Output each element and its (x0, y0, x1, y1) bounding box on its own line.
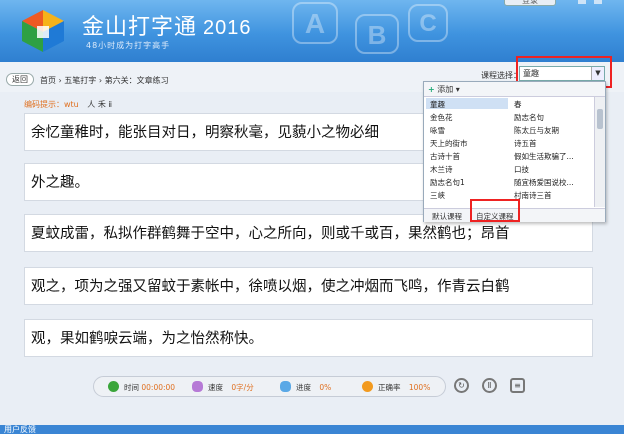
tab-default-courses[interactable]: 默认课程 (432, 211, 462, 222)
course-item[interactable]: 古诗十首 (430, 151, 460, 162)
plus-icon: + (428, 85, 435, 94)
progress-icon (280, 381, 291, 392)
course-item[interactable]: 天上的街市 (430, 138, 468, 149)
breadcrumb: 首页 › 五笔打字 › 第六关：文章练习 (40, 76, 169, 85)
course-item[interactable]: 陈太丘与友期 (514, 125, 559, 136)
dropdown-scrollbar[interactable] (594, 97, 605, 207)
app-header: 金山打字通 2016 48小时成为打字高手 A B C 登录 (0, 0, 624, 62)
speed-icon (192, 381, 203, 392)
login-button[interactable]: 登录 (504, 0, 556, 6)
back-button[interactable]: 返回 (6, 73, 34, 86)
clock-icon (108, 381, 119, 392)
decor-letter-c: C (408, 4, 448, 42)
course-select-label: 课程选择： (481, 71, 521, 80)
accuracy-stat: 正确率 100% (378, 383, 431, 392)
code-hint-label: 编码提示：wtu (24, 100, 79, 109)
time-stat: 时间 00:00:00 (124, 383, 176, 392)
course-item[interactable]: 童趣 (430, 99, 445, 110)
course-item[interactable]: 励志名句 (514, 112, 544, 123)
course-item[interactable]: 励志名句1 (430, 177, 465, 188)
course-item[interactable]: 春 (514, 99, 522, 110)
text-line-4: 观之，项为之强又留蚊于素帐中，徐喷以烟，使之冲烟而飞鸣，作青云白鹤 (24, 267, 593, 305)
course-item[interactable]: 口技 (514, 164, 529, 175)
status-bar: 时间 00:00:00 速度 0字/分 进度 0% 正确率 100% (93, 376, 446, 397)
course-item[interactable]: 诗五首 (514, 138, 537, 149)
course-item[interactable]: 随宜杨爱国说校... (514, 177, 574, 188)
code-hint: 编码提示：wtu 人 禾 ⅱ (24, 99, 112, 110)
add-course-button[interactable]: + 添加 ▾ (428, 84, 460, 95)
app-title: 金山打字通 2016 (82, 15, 252, 40)
course-item[interactable]: 木兰诗 (430, 164, 453, 175)
decor-letter-a: A (292, 2, 338, 44)
course-item[interactable]: 三峡 (430, 190, 445, 201)
highlight-box-custom-tab (470, 199, 520, 222)
course-item[interactable]: 金色花 (430, 112, 453, 123)
accuracy-icon (362, 381, 373, 392)
minimize-icon[interactable] (578, 0, 586, 4)
progress-stat: 进度 0% (296, 383, 332, 392)
app-subtitle: 48小时成为打字高手 (86, 41, 171, 50)
course-item[interactable]: 咏雪 (430, 125, 445, 136)
close-icon[interactable] (594, 0, 602, 4)
dropdown-toolbar: + 添加 ▾ (424, 82, 605, 97)
bottom-bar: 用户反馈 (0, 425, 624, 434)
feedback-link[interactable]: 用户反馈 (4, 424, 36, 434)
restart-icon[interactable]: ↻ (454, 378, 469, 393)
text-line-5: 观，果如鹤唳云端，为之怡然称快。 (24, 319, 593, 357)
code-hint-value: 人 禾 ⅱ (87, 100, 113, 109)
report-icon[interactable]: ≡ (510, 378, 525, 393)
app-logo-icon (22, 10, 64, 52)
scrollbar-thumb[interactable] (597, 109, 603, 129)
pause-icon[interactable]: Ⅱ (482, 378, 497, 393)
decor-letter-b: B (355, 14, 399, 54)
speed-stat: 速度 0字/分 (208, 383, 254, 392)
course-item[interactable]: 假如生活欺骗了... (514, 151, 574, 162)
